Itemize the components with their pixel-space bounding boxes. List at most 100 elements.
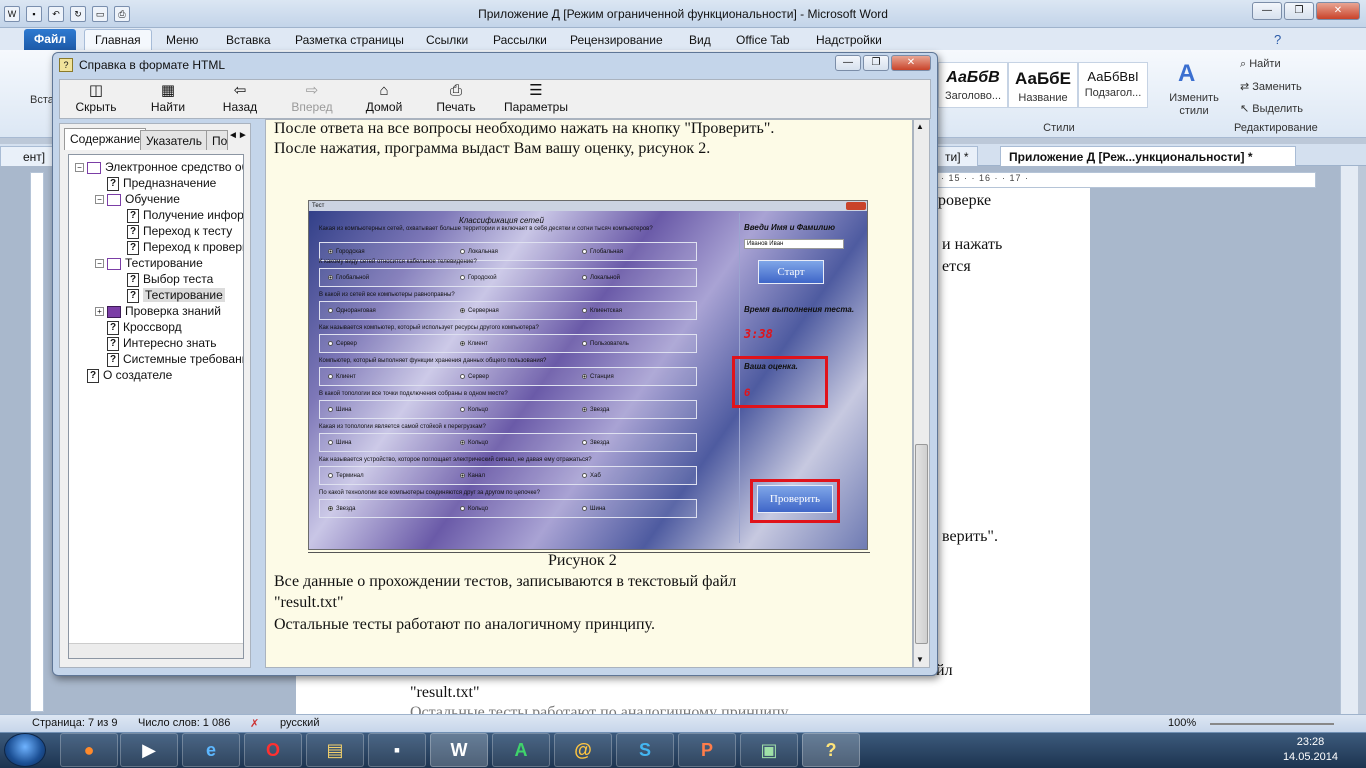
collapse-icon[interactable]: − <box>75 163 84 173</box>
proofing-icon[interactable]: ✗ <box>250 717 259 730</box>
status-bar: Страница: 7 из 9 Число слов: 1 086 ✗ рус… <box>0 714 1366 732</box>
options-button[interactable]: ☰ Параметры <box>496 82 576 118</box>
help-page-icon: ? <box>107 352 119 367</box>
tab-mailings[interactable]: Рассылки <box>493 33 547 47</box>
print-preview-icon[interactable]: ⎙ <box>114 6 130 22</box>
toc-item[interactable]: + Проверка знаний <box>95 303 221 319</box>
floppy-taskbar-icon[interactable]: ▪ <box>368 733 426 767</box>
expand-icon[interactable]: + <box>95 307 104 317</box>
tab-view[interactable]: Вид <box>689 33 711 47</box>
toc-item[interactable]: − Тестирование <box>95 255 203 271</box>
tab-menu[interactable]: Меню <box>166 33 198 47</box>
toc-item[interactable]: − Электронное средство обу <box>75 159 243 175</box>
tab-scroll-arrows[interactable]: ◄► <box>228 130 248 141</box>
find-button[interactable]: ⌕ Найти <box>1240 58 1281 71</box>
doc-tab-active[interactable]: Приложение Д [Реж...ункциональности] * <box>1000 146 1296 166</box>
tab-home[interactable]: Главная <box>84 29 152 50</box>
answer-option: Городской <box>460 275 497 281</box>
opera-taskbar-icon[interactable]: O <box>244 733 302 767</box>
select-button[interactable]: ↖ Выделить <box>1240 102 1303 115</box>
collapse-icon[interactable]: − <box>95 259 104 269</box>
redo-icon[interactable]: ↻ <box>70 6 86 22</box>
close-button[interactable]: ✕ <box>1316 2 1360 20</box>
find-toolbar-button[interactable]: ▦ Найти <box>136 82 200 118</box>
tab-page-layout[interactable]: Разметка страницы <box>295 33 404 47</box>
toc-item[interactable]: ? Выбор теста <box>127 271 213 287</box>
help-icon[interactable]: ? <box>1274 32 1281 47</box>
help-taskbar-icon[interactable]: ? <box>802 733 860 767</box>
back-button[interactable]: ⇦ Назад <box>208 82 272 118</box>
style-subtitle[interactable]: АаБбВвІ Подзагол... <box>1078 62 1148 108</box>
new-document-icon[interactable]: ▭ <box>92 6 108 22</box>
doc-tab-1[interactable]: ент] <box>0 146 55 166</box>
page-count[interactable]: Страница: 7 из 9 <box>32 717 118 729</box>
minimize-button[interactable]: — <box>1252 2 1282 20</box>
answer-label: Локальной <box>590 275 620 282</box>
document-scrollbar[interactable] <box>1340 166 1358 714</box>
help-titlebar[interactable]: ? Справка в формате HTML — ❐ ✕ <box>53 53 937 77</box>
word-app-icon[interactable]: W <box>4 6 20 22</box>
firefox-taskbar-icon[interactable]: ● <box>60 733 118 767</box>
hide-button[interactable]: ◫ Скрыть <box>64 82 128 118</box>
app-taskbar-icon[interactable]: ▣ <box>740 733 798 767</box>
help-minimize-button[interactable]: — <box>835 55 861 71</box>
toc-horizontal-scrollbar[interactable] <box>69 643 243 658</box>
toc-item[interactable]: ? Тестирование <box>127 287 225 303</box>
paste-label[interactable]: Вста <box>30 94 54 106</box>
word-count[interactable]: Число слов: 1 086 <box>138 717 230 729</box>
scroll-thumb[interactable] <box>915 444 928 644</box>
tab-review[interactable]: Рецензирование <box>570 33 663 47</box>
maximize-button[interactable]: ❐ <box>1284 2 1314 20</box>
answer-option: Локальной <box>582 275 620 281</box>
style-heading[interactable]: АаБбВ Заголово... <box>938 62 1008 108</box>
doc-tab-2[interactable]: ти] * <box>936 146 978 166</box>
zoom-slider[interactable] <box>1210 723 1334 725</box>
help-maximize-button[interactable]: ❐ <box>863 55 889 71</box>
mail-taskbar-icon[interactable]: @ <box>554 733 612 767</box>
change-styles-button[interactable]: Изменить стили <box>1164 92 1224 118</box>
radio-icon <box>328 473 333 478</box>
skype-taskbar-icon[interactable]: S <box>616 733 674 767</box>
forward-button[interactable]: ⇨ Вперед <box>280 82 344 118</box>
tab-index[interactable]: Указатель <box>140 130 208 150</box>
help-close-button[interactable]: ✕ <box>891 55 931 71</box>
print-button[interactable]: ⎙ Печать <box>424 82 488 118</box>
zoom-level[interactable]: 100% <box>1168 717 1196 729</box>
help-content-scrollbar[interactable]: ▲ ▼ <box>913 119 930 668</box>
tab-search[interactable]: По <box>206 130 228 150</box>
toc-item[interactable]: ? Интересно знать <box>107 335 217 351</box>
tab-contents[interactable]: Содержание <box>64 128 147 150</box>
radio-icon <box>328 308 333 313</box>
tab-references[interactable]: Ссылки <box>426 33 468 47</box>
start-button[interactable] <box>4 733 46 767</box>
collapse-icon[interactable]: − <box>95 195 104 205</box>
toc-item[interactable]: ? Системные требовани: <box>107 351 243 367</box>
toc-item[interactable]: ? Предназначение <box>107 175 216 191</box>
undo-icon[interactable]: ↶ <box>48 6 64 22</box>
figure-side-panel: Введи Имя и Фамилию Иванов Иван Старт Вр… <box>732 213 867 543</box>
tab-insert[interactable]: Вставка <box>226 33 271 47</box>
toc-item[interactable]: ? Переход к тесту <box>127 223 232 239</box>
language[interactable]: русский <box>280 717 319 729</box>
ie-taskbar-icon[interactable]: e <box>182 733 240 767</box>
app-a-taskbar-icon[interactable]: A <box>492 733 550 767</box>
explorer-taskbar-icon[interactable]: ▤ <box>306 733 364 767</box>
save-icon[interactable]: ▪ <box>26 6 42 22</box>
toc-item[interactable]: ? Переход к проверк <box>127 239 243 255</box>
word-taskbar-icon[interactable]: W <box>430 733 488 767</box>
tab-addins[interactable]: Надстройки <box>816 33 882 47</box>
scroll-up-icon[interactable]: ▲ <box>916 122 924 131</box>
toc-item[interactable]: ? О создателе <box>87 367 172 383</box>
toc-item[interactable]: ? Кроссворд <box>107 319 182 335</box>
tab-office-tab[interactable]: Office Tab <box>736 33 790 47</box>
clock[interactable]: 23:28 14.05.2014 <box>1283 735 1338 765</box>
home-button[interactable]: ⌂ Домой <box>352 82 416 118</box>
tab-file[interactable]: Файл <box>24 29 76 50</box>
media-taskbar-icon[interactable]: ▶ <box>120 733 178 767</box>
toc-item[interactable]: − Обучение <box>95 191 180 207</box>
scroll-down-icon[interactable]: ▼ <box>916 655 924 664</box>
replace-button[interactable]: ⇄ Заменить <box>1240 80 1302 93</box>
powerpoint-taskbar-icon[interactable]: P <box>678 733 736 767</box>
style-title[interactable]: АаБбЕ Название <box>1008 62 1078 108</box>
toc-item[interactable]: ? Получение информ <box>127 207 243 223</box>
